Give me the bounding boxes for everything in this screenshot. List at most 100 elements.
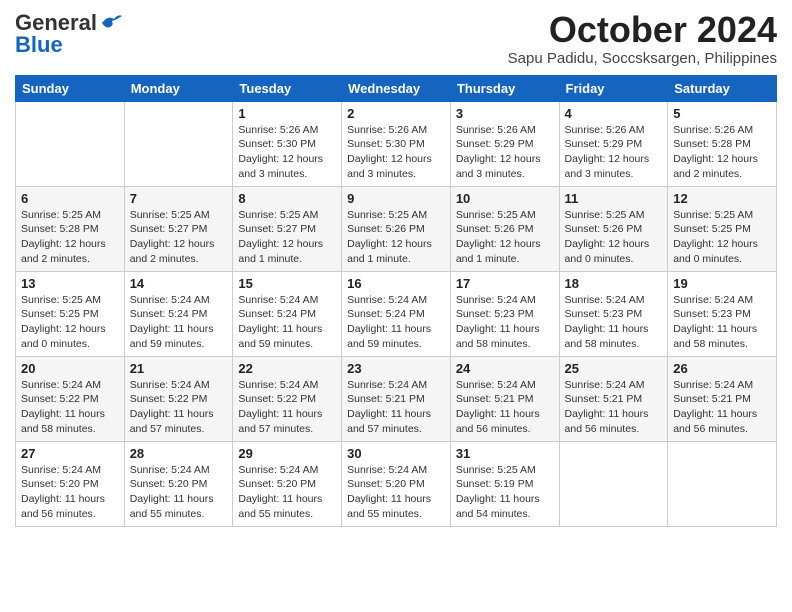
calendar-cell: 28Sunrise: 5:24 AM Sunset: 5:20 PM Dayli… <box>124 441 233 526</box>
day-info: Sunrise: 5:26 AM Sunset: 5:28 PM Dayligh… <box>673 123 771 182</box>
day-number: 5 <box>673 106 771 121</box>
day-number: 20 <box>21 361 119 376</box>
logo: General Blue <box>15 10 122 58</box>
calendar-cell: 14 Sunrise: 5:24 AM Sunset: 5:24 PM Dayli… <box>124 271 233 356</box>
day-info: Sunrise: 5:24 AM Sunset: 5:20 PM Dayligh… <box>347 463 445 522</box>
calendar-cell <box>668 441 777 526</box>
logo-bird-icon <box>100 13 122 31</box>
day-info: Sunrise: 5:24 AM Sunset: 5:21 PM Dayligh… <box>565 378 663 437</box>
day-info: Sunrise: 5:24 AM Sunset: 5:23 PM Dayligh… <box>565 293 663 352</box>
calendar-cell: 15Sunrise: 5:24 AM Sunset: 5:24 PM Dayli… <box>233 271 342 356</box>
calendar-cell: 7 Sunrise: 5:25 AM Sunset: 5:27 PM Daylig… <box>124 186 233 271</box>
day-info: Sunrise: 5:25 AM Sunset: 5:25 PM Dayligh… <box>673 208 771 267</box>
day-number: 15 <box>238 276 336 291</box>
calendar-cell: 1 Sunrise: 5:26 AM Sunset: 5:30 PM Daylig… <box>233 101 342 186</box>
day-number: 27 <box>21 446 119 461</box>
day-info: Sunrise: 5:24 AM Sunset: 5:24 PM Dayligh… <box>130 293 228 352</box>
day-number: 9 <box>347 191 445 206</box>
day-info: Sunrise: 5:26 AM Sunset: 5:30 PM Dayligh… <box>238 123 336 182</box>
calendar-cell: 4 Sunrise: 5:26 AM Sunset: 5:29 PM Daylig… <box>559 101 668 186</box>
day-number: 6 <box>21 191 119 206</box>
day-info: Sunrise: 5:24 AM Sunset: 5:22 PM Dayligh… <box>130 378 228 437</box>
day-number: 13 <box>21 276 119 291</box>
calendar-week-row: 20 Sunrise: 5:24 AM Sunset: 5:22 PM Dayli… <box>16 356 777 441</box>
calendar-cell <box>559 441 668 526</box>
day-number: 21 <box>130 361 228 376</box>
day-info: Sunrise: 5:25 AM Sunset: 5:28 PM Dayligh… <box>21 208 119 267</box>
calendar-cell: 3Sunrise: 5:26 AM Sunset: 5:29 PM Daylig… <box>450 101 559 186</box>
day-number: 16 <box>347 276 445 291</box>
day-info: Sunrise: 5:26 AM Sunset: 5:29 PM Dayligh… <box>456 123 554 182</box>
calendar-cell: 18 Sunrise: 5:24 AM Sunset: 5:23 PM Dayli… <box>559 271 668 356</box>
day-info: Sunrise: 5:24 AM Sunset: 5:23 PM Dayligh… <box>673 293 771 352</box>
day-number: 4 <box>565 106 663 121</box>
day-info: Sunrise: 5:25 AM Sunset: 5:27 PM Dayligh… <box>238 208 336 267</box>
day-number: 12 <box>673 191 771 206</box>
calendar-cell: 25Sunrise: 5:24 AM Sunset: 5:21 PM Dayli… <box>559 356 668 441</box>
calendar-cell: 13 Sunrise: 5:25 AM Sunset: 5:25 PM Dayli… <box>16 271 125 356</box>
day-info: Sunrise: 5:24 AM Sunset: 5:22 PM Dayligh… <box>21 378 119 437</box>
day-number: 8 <box>238 191 336 206</box>
day-number: 31 <box>456 446 554 461</box>
calendar-week-row: 6 Sunrise: 5:25 AM Sunset: 5:28 PM Daylig… <box>16 186 777 271</box>
calendar-cell <box>16 101 125 186</box>
logo-blue-text: Blue <box>15 32 63 58</box>
location-subtitle: Sapu Padidu, Soccsksargen, Philippines <box>508 50 777 67</box>
day-info: Sunrise: 5:26 AM Sunset: 5:30 PM Dayligh… <box>347 123 445 182</box>
day-info: Sunrise: 5:24 AM Sunset: 5:22 PM Dayligh… <box>238 378 336 437</box>
day-number: 19 <box>673 276 771 291</box>
weekday-header-friday: Friday <box>559 75 668 101</box>
calendar-cell: 17 Sunrise: 5:24 AM Sunset: 5:23 PM Dayli… <box>450 271 559 356</box>
weekday-header-wednesday: Wednesday <box>342 75 451 101</box>
weekday-header-tuesday: Tuesday <box>233 75 342 101</box>
calendar-cell: 19 Sunrise: 5:24 AM Sunset: 5:23 PM Dayli… <box>668 271 777 356</box>
day-number: 1 <box>238 106 336 121</box>
calendar-cell: 10Sunrise: 5:25 AM Sunset: 5:26 PM Dayli… <box>450 186 559 271</box>
day-number: 10 <box>456 191 554 206</box>
day-number: 17 <box>456 276 554 291</box>
calendar-week-row: 1 Sunrise: 5:26 AM Sunset: 5:30 PM Daylig… <box>16 101 777 186</box>
calendar-cell: 22 Sunrise: 5:24 AM Sunset: 5:22 PM Dayli… <box>233 356 342 441</box>
day-number: 29 <box>238 446 336 461</box>
day-number: 24 <box>456 361 554 376</box>
calendar-cell <box>124 101 233 186</box>
calendar-cell: 11Sunrise: 5:25 AM Sunset: 5:26 PM Dayli… <box>559 186 668 271</box>
day-info: Sunrise: 5:24 AM Sunset: 5:20 PM Dayligh… <box>130 463 228 522</box>
day-info: Sunrise: 5:24 AM Sunset: 5:24 PM Dayligh… <box>347 293 445 352</box>
page-header: General Blue October 2024 Sapu Padidu, S… <box>15 10 777 67</box>
calendar-cell: 16 Sunrise: 5:24 AM Sunset: 5:24 PM Dayli… <box>342 271 451 356</box>
calendar-cell: 8 Sunrise: 5:25 AM Sunset: 5:27 PM Daylig… <box>233 186 342 271</box>
calendar-cell: 24 Sunrise: 5:24 AM Sunset: 5:21 PM Dayli… <box>450 356 559 441</box>
day-info: Sunrise: 5:24 AM Sunset: 5:21 PM Dayligh… <box>456 378 554 437</box>
day-number: 22 <box>238 361 336 376</box>
day-number: 23 <box>347 361 445 376</box>
calendar-cell: 12 Sunrise: 5:25 AM Sunset: 5:25 PM Dayli… <box>668 186 777 271</box>
weekday-header-saturday: Saturday <box>668 75 777 101</box>
calendar-cell: 26Sunrise: 5:24 AM Sunset: 5:21 PM Dayli… <box>668 356 777 441</box>
day-number: 7 <box>130 191 228 206</box>
calendar-week-row: 13 Sunrise: 5:25 AM Sunset: 5:25 PM Dayli… <box>16 271 777 356</box>
day-number: 14 <box>130 276 228 291</box>
day-number: 30 <box>347 446 445 461</box>
calendar-cell: 2 Sunrise: 5:26 AM Sunset: 5:30 PM Daylig… <box>342 101 451 186</box>
day-number: 18 <box>565 276 663 291</box>
day-info: Sunrise: 5:24 AM Sunset: 5:23 PM Dayligh… <box>456 293 554 352</box>
day-info: Sunrise: 5:26 AM Sunset: 5:29 PM Dayligh… <box>565 123 663 182</box>
calendar-cell: 6 Sunrise: 5:25 AM Sunset: 5:28 PM Daylig… <box>16 186 125 271</box>
calendar-header-row: SundayMondayTuesdayWednesdayThursdayFrid… <box>16 75 777 101</box>
title-area: October 2024 Sapu Padidu, Soccsksargen, … <box>508 10 777 67</box>
calendar-cell: 27 Sunrise: 5:24 AM Sunset: 5:20 PM Dayli… <box>16 441 125 526</box>
calendar-cell: 30 Sunrise: 5:24 AM Sunset: 5:20 PM Dayli… <box>342 441 451 526</box>
calendar-cell: 31Sunrise: 5:25 AM Sunset: 5:19 PM Dayli… <box>450 441 559 526</box>
day-number: 2 <box>347 106 445 121</box>
day-info: Sunrise: 5:24 AM Sunset: 5:21 PM Dayligh… <box>347 378 445 437</box>
day-info: Sunrise: 5:25 AM Sunset: 5:25 PM Dayligh… <box>21 293 119 352</box>
day-info: Sunrise: 5:24 AM Sunset: 5:20 PM Dayligh… <box>21 463 119 522</box>
day-number: 11 <box>565 191 663 206</box>
calendar-cell: 29 Sunrise: 5:24 AM Sunset: 5:20 PM Dayli… <box>233 441 342 526</box>
calendar-cell: 23 Sunrise: 5:24 AM Sunset: 5:21 PM Dayli… <box>342 356 451 441</box>
calendar-cell: 21 Sunrise: 5:24 AM Sunset: 5:22 PM Dayli… <box>124 356 233 441</box>
calendar-cell: 5 Sunrise: 5:26 AM Sunset: 5:28 PM Daylig… <box>668 101 777 186</box>
day-info: Sunrise: 5:24 AM Sunset: 5:20 PM Dayligh… <box>238 463 336 522</box>
day-info: Sunrise: 5:25 AM Sunset: 5:27 PM Dayligh… <box>130 208 228 267</box>
